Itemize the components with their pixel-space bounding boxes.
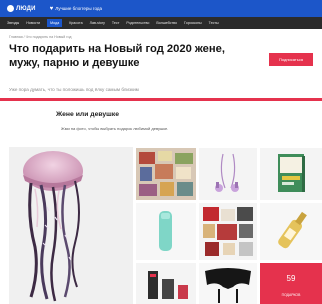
gift-photo-earphones[interactable] bbox=[199, 148, 257, 200]
section-description: Жми на фото, чтобы выбрать подарок любим… bbox=[61, 126, 169, 131]
nav-item[interactable]: Родительство bbox=[126, 21, 149, 25]
gift-count-label: ПОДАРКОВ bbox=[281, 293, 301, 297]
nav-item[interactable]: Тест bbox=[112, 21, 119, 25]
jellyfish-image bbox=[23, 151, 83, 302]
gift-photo-device[interactable] bbox=[136, 203, 196, 260]
set-image bbox=[203, 207, 253, 256]
nav-item[interactable]: Лав-story bbox=[90, 21, 105, 25]
promo-link[interactable]: ♥ Лучшие блоггеры года bbox=[50, 6, 102, 12]
gift-photo-book[interactable] bbox=[260, 148, 322, 200]
earphones-image bbox=[215, 153, 239, 192]
top-bar: ЛЮДИ ♥ Лучшие блоггеры года bbox=[0, 0, 322, 17]
gift-photo-set[interactable] bbox=[199, 203, 257, 260]
mask-image bbox=[205, 268, 251, 303]
main-nav: Звезды Новости Мода Красота Лав-story Те… bbox=[0, 17, 322, 29]
logo-mark-icon bbox=[7, 5, 14, 12]
heart-icon: ♥ bbox=[49, 5, 54, 12]
nav-item[interactable]: Новости bbox=[26, 21, 40, 25]
article-lead: Уже пора думать, что ты положишь под ёлк… bbox=[9, 87, 139, 92]
logo-text: ЛЮДИ bbox=[16, 5, 36, 12]
more-gifts-counter[interactable]: 59 ПОДАРКОВ bbox=[260, 263, 322, 304]
device-image bbox=[159, 211, 172, 251]
page-title: Что подарить на Новый год 2020 жене, муж… bbox=[9, 43, 225, 69]
gift-count: 59 bbox=[286, 274, 296, 283]
bottle-image bbox=[278, 211, 307, 249]
accent-divider bbox=[0, 98, 322, 101]
nav-item[interactable]: Волшебство bbox=[156, 21, 177, 25]
book-image bbox=[278, 154, 305, 192]
breadcrumb[interactable]: Главная / Что подарить на Новый год bbox=[9, 35, 71, 39]
site-logo[interactable]: ЛЮДИ bbox=[7, 5, 36, 12]
section-title: Жене или девушке bbox=[56, 111, 119, 118]
promo-label: Лучшие блоггеры года bbox=[55, 6, 102, 11]
gift-photo-jellyfish-lamp[interactable] bbox=[9, 147, 133, 304]
gift-photo-cheers-bottle[interactable] bbox=[260, 203, 322, 260]
gift-photo-mask[interactable] bbox=[199, 263, 257, 304]
nav-item[interactable]: Звезды bbox=[7, 21, 19, 25]
gift-photo-devices[interactable] bbox=[136, 263, 196, 304]
devices-image bbox=[148, 271, 188, 299]
collage-image bbox=[136, 148, 196, 200]
subscribe-button[interactable]: Подписаться bbox=[269, 53, 313, 66]
nav-item[interactable]: Тесты bbox=[209, 21, 219, 25]
gift-photo-collage[interactable] bbox=[136, 148, 196, 200]
nav-item-active[interactable]: Мода bbox=[47, 19, 63, 27]
nav-item[interactable]: Красота bbox=[69, 21, 82, 25]
nav-item[interactable]: Гороскопы bbox=[184, 21, 202, 25]
